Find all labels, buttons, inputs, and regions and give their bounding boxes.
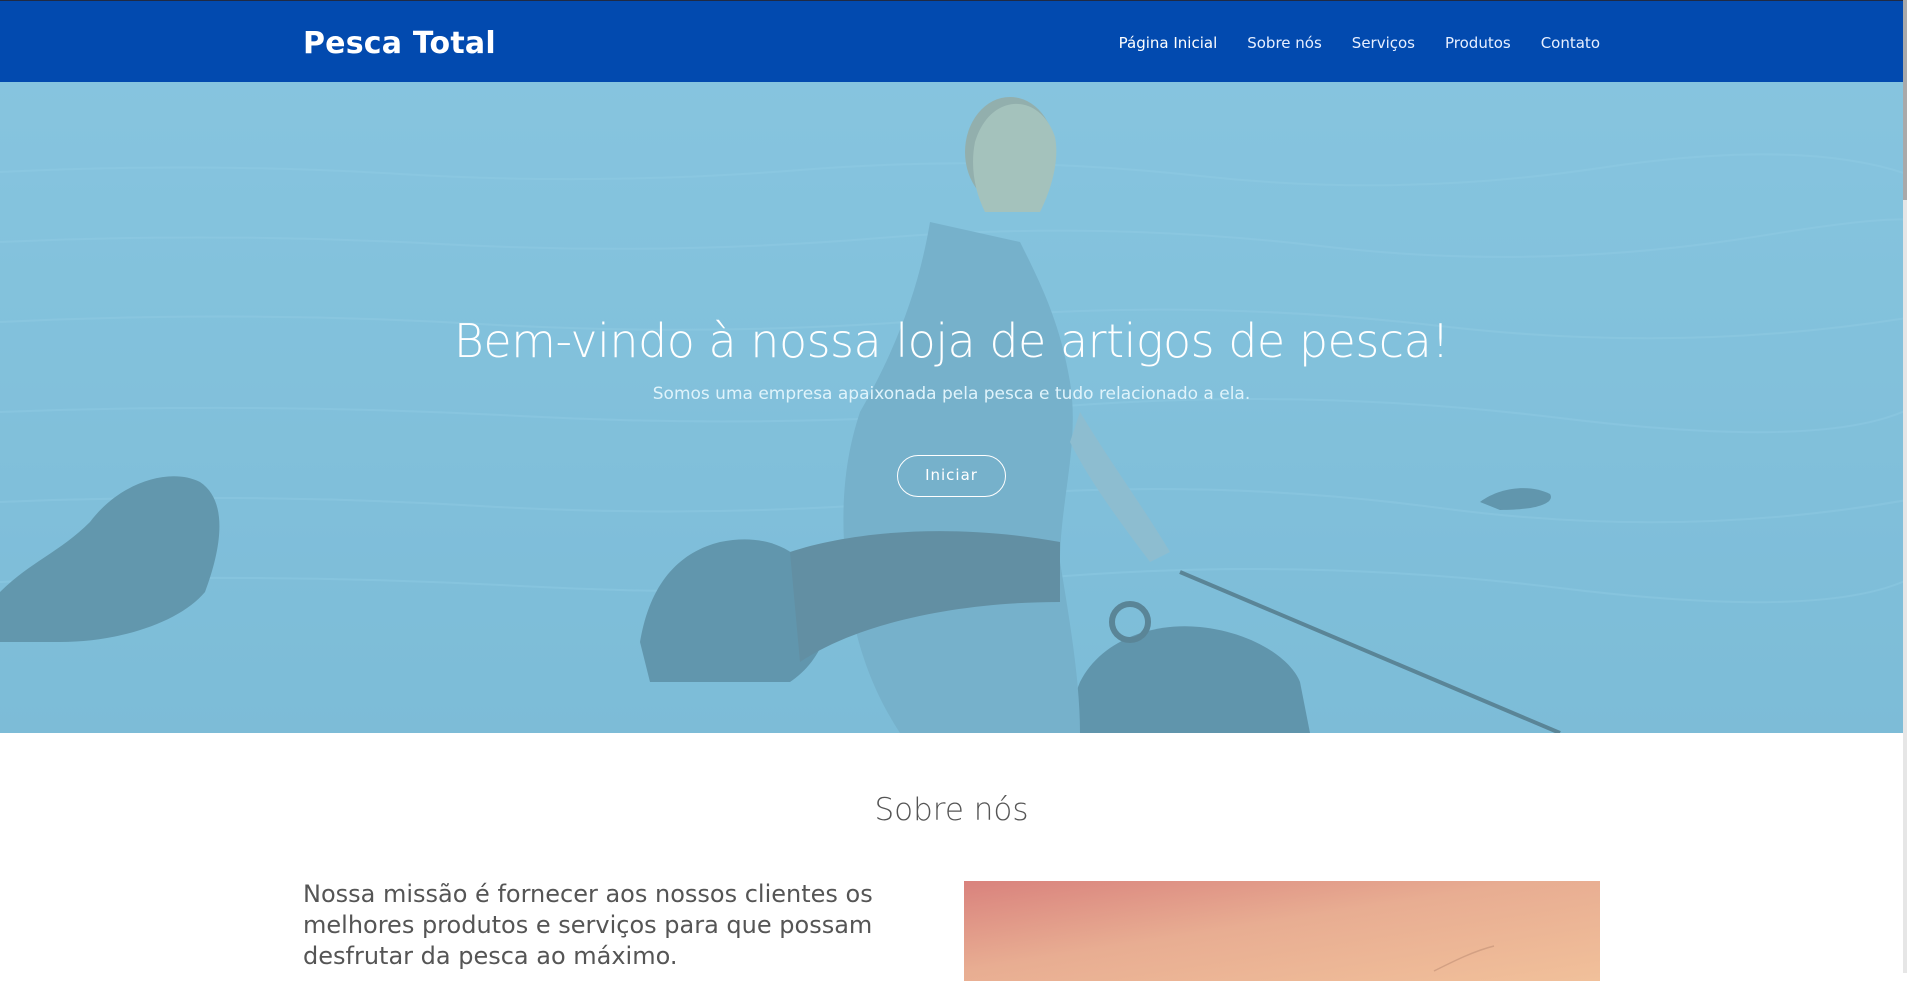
nav-link-produtos[interactable]: Produtos <box>1445 33 1511 53</box>
nav-link-contato[interactable]: Contato <box>1541 33 1600 53</box>
page-scrollbar[interactable] <box>1903 0 1907 973</box>
sunset-image <box>964 881 1600 981</box>
about-heading: Sobre nós <box>874 792 1029 828</box>
navbar: Pesca Total Página Inicial Sobre nós Ser… <box>0 0 1907 82</box>
hero-subtitle: Somos uma empresa apaixonada pela pesca … <box>652 384 1251 404</box>
hero-section: Bem-vindo à nossa loja de artigos de pes… <box>0 82 1907 733</box>
nav-link-sobre-nos[interactable]: Sobre nós <box>1247 33 1322 53</box>
scrollbar-thumb[interactable] <box>1903 0 1907 200</box>
nav-links: Página Inicial Sobre nós Serviços Produt… <box>1089 33 1600 53</box>
hero-title: Bem-vindo à nossa loja de artigos de pes… <box>453 314 1450 368</box>
nav-link-pagina-inicial[interactable]: Página Inicial <box>1119 33 1218 53</box>
nav-link-servicos[interactable]: Serviços <box>1352 33 1415 53</box>
iniciar-button[interactable]: Iniciar <box>897 455 1006 497</box>
hero-overlay <box>0 82 1907 733</box>
about-text: Nossa missão é fornecer aos nossos clien… <box>303 880 873 970</box>
brand-logo[interactable]: Pesca Total <box>303 26 496 62</box>
about-image <box>964 881 1600 981</box>
